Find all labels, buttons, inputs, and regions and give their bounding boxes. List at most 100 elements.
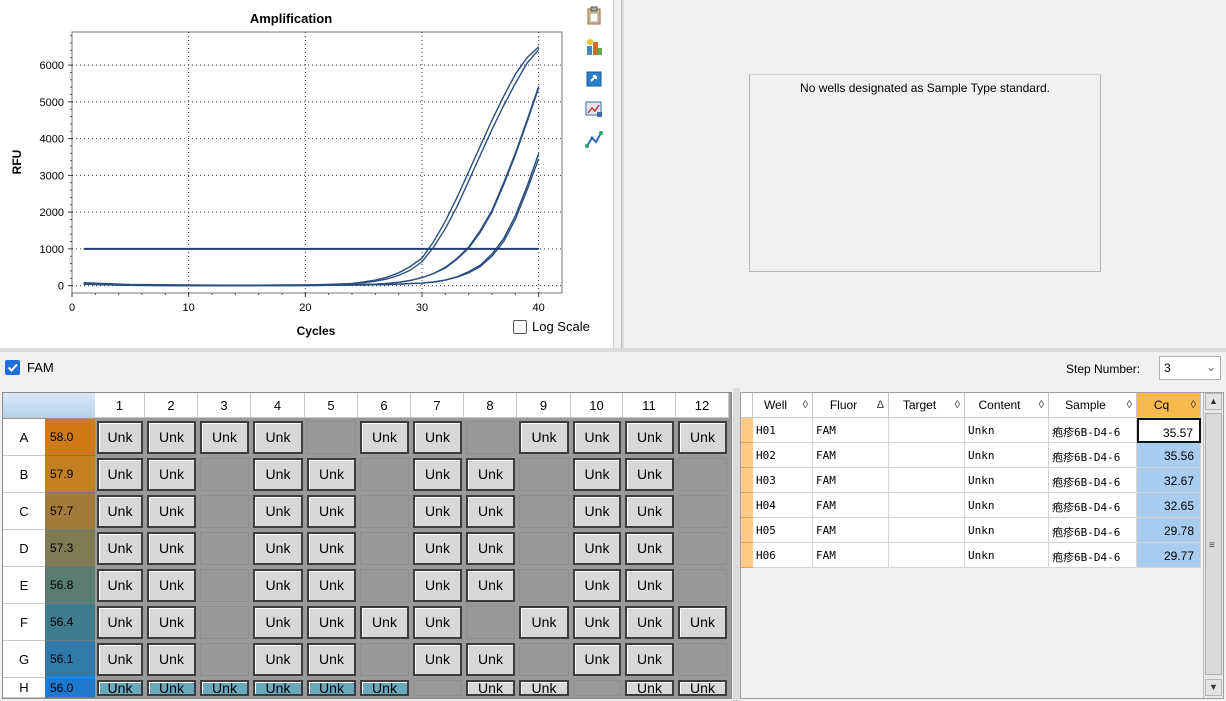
plate-well[interactable]: Unk (97, 606, 143, 639)
plate-well[interactable]: Unk (360, 680, 409, 696)
cell-content[interactable]: Unkn (965, 418, 1049, 443)
cell-sample[interactable]: 疱疹6B-D4-6 (1049, 468, 1137, 493)
cell-sample[interactable]: 疱疹6B-D4-6 (1049, 543, 1137, 568)
plate-well[interactable]: Unk (147, 458, 196, 491)
plate-well[interactable]: Unk (413, 606, 462, 639)
column-header-target[interactable]: Target ◊ (889, 393, 965, 418)
plate-well[interactable]: Unk (200, 680, 249, 696)
plate-well[interactable]: Unk (307, 606, 356, 639)
plate-well[interactable] (519, 495, 569, 528)
cell-well[interactable]: H01 (753, 418, 813, 443)
plate-well[interactable]: Unk (253, 495, 303, 528)
plate-well[interactable]: Unk (678, 421, 727, 454)
plate-row-header[interactable]: A (3, 419, 45, 456)
cell-sample[interactable]: 疱疹6B-D4-6 (1049, 493, 1137, 518)
plate-well[interactable] (200, 569, 249, 602)
plate-well[interactable]: Unk (519, 421, 569, 454)
results-scrollbar[interactable]: ▲ ≡ ▼ (1203, 393, 1223, 698)
plate-well[interactable] (200, 458, 249, 491)
cell-content[interactable]: Unkn (965, 443, 1049, 468)
plate-column-header[interactable]: 1 (95, 393, 145, 418)
plate-well[interactable]: Unk (625, 532, 674, 565)
sort-icon[interactable]: ◊ (1127, 393, 1132, 418)
plate-well[interactable]: Unk (97, 643, 143, 676)
cell-cq[interactable]: 35.56 (1137, 443, 1201, 468)
sort-icon[interactable]: Δ (877, 393, 884, 418)
plate-well[interactable]: Unk (253, 606, 303, 639)
column-header-fluor[interactable]: Fluor Δ (813, 393, 889, 418)
plate-well[interactable]: Unk (573, 495, 621, 528)
cell-fluor[interactable]: FAM (813, 543, 889, 568)
plate-well[interactable]: Unk (147, 680, 196, 696)
clipboard-icon[interactable] (584, 6, 604, 26)
plate-well[interactable]: Unk (519, 680, 569, 696)
plate-well[interactable]: Unk (200, 421, 249, 454)
plate-well[interactable]: Unk (466, 495, 515, 528)
column-header-content[interactable]: Content ◊ (965, 393, 1049, 418)
plate-well[interactable] (200, 643, 249, 676)
plate-well[interactable]: Unk (307, 643, 356, 676)
plate-row-header[interactable]: F (3, 604, 45, 641)
chart-options-icon[interactable] (584, 37, 604, 57)
plate-well[interactable]: Unk (625, 606, 674, 639)
plate-well[interactable] (200, 532, 249, 565)
plate-well[interactable]: Unk (413, 458, 462, 491)
plate-well[interactable]: Unk (413, 421, 462, 454)
cell-cq[interactable]: 29.78 (1137, 518, 1201, 543)
plate-column-header[interactable]: 9 (517, 393, 571, 418)
plate-well[interactable] (360, 495, 409, 528)
log-scale-checkbox[interactable] (513, 319, 527, 334)
plate-well[interactable]: Unk (253, 680, 303, 696)
plate-well[interactable] (678, 458, 727, 491)
sort-icon[interactable]: ◊ (1191, 393, 1196, 418)
plate-column-header[interactable]: 11 (623, 393, 676, 418)
plate-well[interactable]: Unk (253, 569, 303, 602)
plate-well[interactable] (678, 532, 727, 565)
plate-well[interactable]: Unk (147, 606, 196, 639)
plate-well[interactable]: Unk (413, 532, 462, 565)
plate-well[interactable]: Unk (573, 532, 621, 565)
plate-well[interactable] (466, 421, 515, 454)
scroll-down-icon[interactable]: ▼ (1205, 679, 1222, 696)
plate-column-header[interactable]: 12 (676, 393, 729, 418)
sort-icon[interactable]: ◊ (955, 393, 960, 418)
plate-well[interactable]: Unk (573, 458, 621, 491)
plate-well[interactable]: Unk (466, 532, 515, 565)
cell-content[interactable]: Unkn (965, 493, 1049, 518)
vertical-splitter[interactable] (733, 388, 740, 701)
column-header-sample[interactable]: Sample ◊ (1049, 393, 1137, 418)
plate-well[interactable]: Unk (147, 421, 196, 454)
plate-well[interactable] (678, 643, 727, 676)
plate-well[interactable]: Unk (307, 495, 356, 528)
cell-content[interactable]: Unkn (965, 518, 1049, 543)
plate-well[interactable]: Unk (253, 643, 303, 676)
log-scale-toggle[interactable]: Log Scale (513, 319, 590, 334)
plate-well[interactable] (360, 643, 409, 676)
plate-row-header[interactable]: E (3, 567, 45, 604)
plate-well[interactable]: Unk (519, 606, 569, 639)
plate-well[interactable]: Unk (307, 680, 356, 696)
plate-well[interactable] (678, 495, 727, 528)
amplification-chart[interactable]: Amplification 0 10 20 30 40 0 1000 2000 3000 4000… (0, 0, 614, 348)
plate-well[interactable]: Unk (625, 421, 674, 454)
plate-well[interactable]: Unk (97, 532, 143, 565)
plate-well[interactable]: Unk (573, 569, 621, 602)
plate-well[interactable] (519, 643, 569, 676)
plate-well[interactable]: Unk (307, 458, 356, 491)
plate-well[interactable]: Unk (253, 458, 303, 491)
row-indicator[interactable] (741, 418, 753, 443)
cell-fluor[interactable]: FAM (813, 418, 889, 443)
column-header-well[interactable]: Well ◊ (753, 393, 813, 418)
plate-well[interactable] (678, 569, 727, 602)
plate-column-header[interactable]: 8 (464, 393, 517, 418)
cell-content[interactable]: Unkn (965, 468, 1049, 493)
cell-target[interactable] (889, 518, 965, 543)
cell-sample[interactable]: 疱疹6B-D4-6 (1049, 518, 1137, 543)
plate-well[interactable] (519, 569, 569, 602)
plate-well[interactable] (200, 606, 249, 639)
plate-column-header[interactable]: 10 (571, 393, 623, 418)
cell-cq[interactable]: 35.57 (1137, 418, 1201, 443)
cell-cq[interactable]: 32.65 (1137, 493, 1201, 518)
cell-target[interactable] (889, 543, 965, 568)
trace-styles-icon[interactable] (584, 130, 604, 150)
